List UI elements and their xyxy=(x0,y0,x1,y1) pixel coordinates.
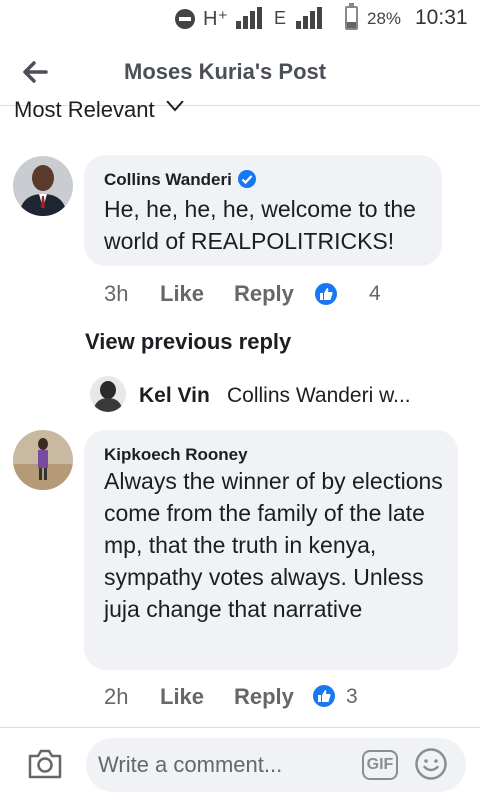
profile-photo-kipkoech xyxy=(13,430,73,490)
comment-timestamp: 3h xyxy=(104,281,129,306)
sort-label: Most Relevant xyxy=(14,101,155,122)
post-header: Moses Kuria's Post xyxy=(0,38,480,106)
comment-actions: 3h Like Reply xyxy=(104,281,404,309)
like-reaction-icon[interactable] xyxy=(311,683,337,709)
clock: 10:31 xyxy=(415,6,468,29)
comment-bubble[interactable]: Collins Wanderi He, he, he, he, welcome … xyxy=(84,155,442,266)
profile-photo-collins xyxy=(13,156,73,216)
network-type-2: E xyxy=(274,8,287,28)
divider xyxy=(0,727,480,728)
network-type-1: H⁺ xyxy=(203,8,228,30)
like-reaction-icon[interactable] xyxy=(313,281,339,307)
page-title: Moses Kuria's Post xyxy=(124,59,327,84)
comment-timestamp: 2h xyxy=(104,684,129,709)
comment-text: He, he, he, he, welcome to the world of … xyxy=(104,196,416,254)
avatar[interactable] xyxy=(13,430,73,490)
camera-button[interactable] xyxy=(26,746,64,782)
reply-preview-row[interactable]: Kel Vin Collins Wanderi w... xyxy=(90,376,450,414)
comment-actions: 2h Like Reply xyxy=(104,684,404,712)
like-button[interactable]: Like xyxy=(160,281,204,307)
back-button[interactable] xyxy=(18,54,54,90)
camera-icon xyxy=(28,749,62,779)
profile-photo-kelvin xyxy=(90,376,126,412)
chevron-down-icon xyxy=(165,101,184,112)
reaction-count: 4 xyxy=(369,282,381,305)
reaction-count: 3 xyxy=(346,685,358,708)
reply-preview-text: Collins Wanderi w... xyxy=(227,384,411,407)
comment-bubble[interactable]: Kipkoech Rooney Always the winner of by … xyxy=(84,430,458,670)
signal-strength-icon-2 xyxy=(296,7,324,29)
comment-author[interactable]: Collins Wanderi xyxy=(104,170,232,190)
avatar xyxy=(90,376,126,412)
battery-percentage: 28% xyxy=(367,9,402,28)
reply-author[interactable]: Kel Vin xyxy=(139,384,210,408)
do-not-disturb-icon xyxy=(175,9,195,29)
status-bar: H⁺ E 28% 10:31 xyxy=(0,0,480,38)
battery-icon xyxy=(345,3,358,30)
gif-button[interactable]: GIF xyxy=(362,750,398,780)
emoji-button[interactable] xyxy=(414,747,448,781)
comment-input[interactable] xyxy=(86,738,466,792)
like-button[interactable]: Like xyxy=(160,684,204,710)
reply-button[interactable]: Reply xyxy=(234,281,294,307)
avatar[interactable] xyxy=(13,156,73,216)
verified-badge-icon xyxy=(238,170,256,188)
view-previous-reply-link[interactable]: View previous reply xyxy=(85,329,291,355)
reply-button[interactable]: Reply xyxy=(234,684,294,710)
comment-text: Always the winner of by elections come f… xyxy=(104,468,443,622)
arrow-left-icon xyxy=(23,61,48,83)
comment-author[interactable]: Kipkoech Rooney xyxy=(104,445,248,465)
smiley-icon xyxy=(415,748,447,780)
sort-selector[interactable]: Most Relevant xyxy=(14,101,185,125)
signal-strength-icon xyxy=(236,7,264,29)
